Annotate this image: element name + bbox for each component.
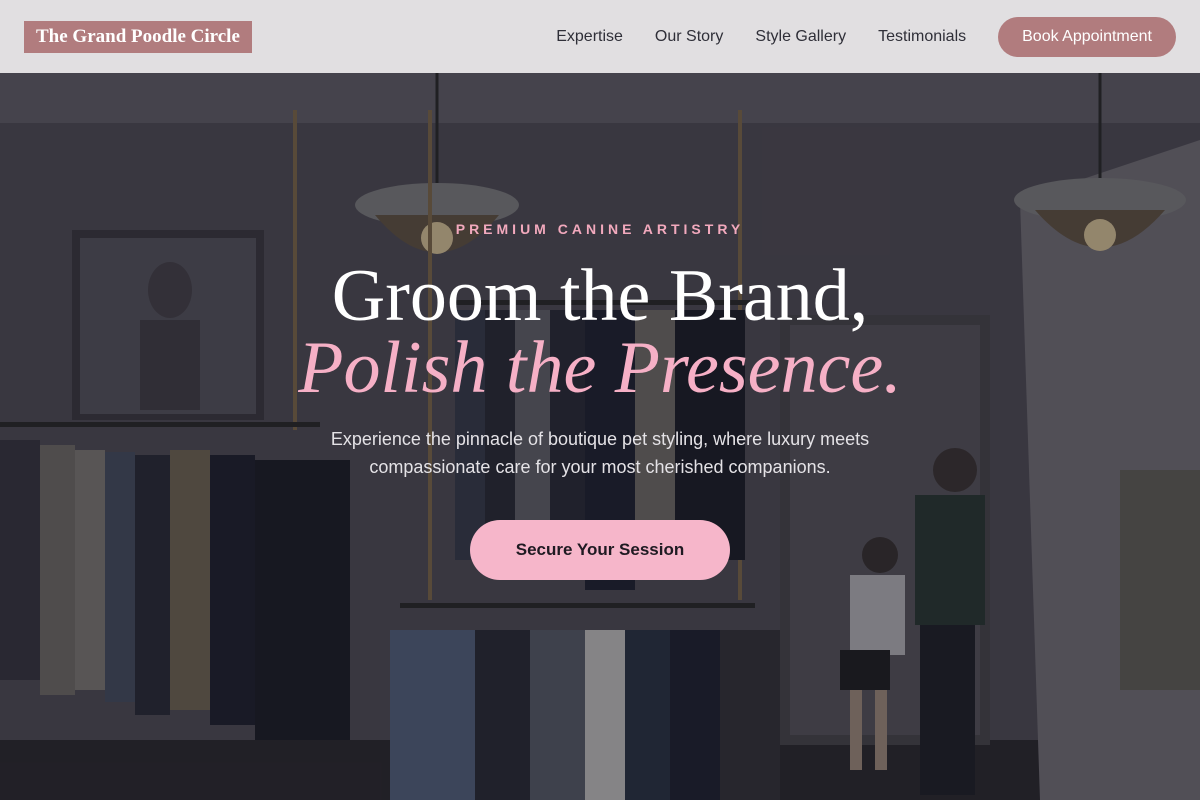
page: The Grand Poodle Circle Expertise Our St… xyxy=(0,0,1200,800)
nav-link-expertise[interactable]: Expertise xyxy=(556,28,623,46)
nav-link-testimonials[interactable]: Testimonials xyxy=(878,28,966,46)
nav-link-our-story[interactable]: Our Story xyxy=(655,28,723,46)
hero-eyebrow: PREMIUM CANINE ARTISTRY xyxy=(455,221,745,237)
nav-link-style-gallery[interactable]: Style Gallery xyxy=(755,28,846,46)
secure-session-button[interactable]: Secure Your Session xyxy=(470,520,730,580)
brand-logo[interactable]: The Grand Poodle Circle xyxy=(24,20,252,53)
hero-headline-line2: Polish the Presence. xyxy=(298,327,902,409)
top-navbar: The Grand Poodle Circle Expertise Our St… xyxy=(0,0,1200,73)
hero-subtext: Experience the pinnacle of boutique pet … xyxy=(330,429,870,477)
primary-nav: Expertise Our Story Style Gallery Testim… xyxy=(556,16,1176,57)
book-appointment-button[interactable]: Book Appointment xyxy=(998,16,1176,57)
